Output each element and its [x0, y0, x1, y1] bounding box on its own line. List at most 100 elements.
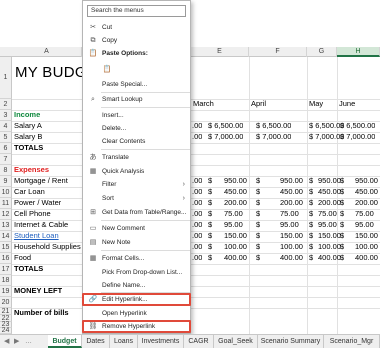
expense-value[interactable]: $ — [309, 220, 313, 229]
expense-value[interactable]: 100.00 — [355, 242, 378, 251]
row-header[interactable]: 18 — [0, 275, 12, 286]
mortgage-label[interactable]: Mortgage / Rent — [14, 176, 68, 185]
expense-value[interactable]: 200.00 — [355, 198, 378, 207]
expense-value[interactable]: .00 — [192, 253, 202, 262]
expense-value[interactable]: $ — [340, 176, 344, 185]
month-header[interactable]: May — [309, 99, 323, 108]
salary-a-value[interactable]: .00 — [192, 121, 202, 130]
sheet-tab-budget[interactable]: Budget — [48, 335, 82, 348]
number-of-bills-label[interactable]: Number of bills — [14, 308, 69, 317]
expense-value[interactable]: .00 — [192, 242, 202, 251]
expense-value[interactable]: 200.00 — [318, 198, 341, 207]
expense-value[interactable]: 400.00 — [318, 253, 341, 262]
sheet-tab-dates[interactable]: Dates — [82, 335, 110, 348]
expense-value[interactable]: 950.00 — [224, 176, 247, 185]
expense-value[interactable]: 75.00 — [224, 209, 243, 218]
expense-value[interactable]: $ — [256, 253, 260, 262]
row-header[interactable]: 4 — [0, 121, 12, 132]
totals-label[interactable]: TOTALS — [14, 264, 43, 273]
expense-value[interactable]: $ — [208, 187, 212, 196]
expense-value[interactable]: $ — [340, 187, 344, 196]
row-header[interactable]: 15 — [0, 242, 12, 253]
more-tabs-icon[interactable]: … — [25, 335, 32, 348]
car-loan-label[interactable]: Car Loan — [14, 187, 45, 196]
menu-item-format-cells[interactable]: ▦ Format Cells... — [83, 252, 190, 265]
expense-value[interactable]: 200.00 — [280, 198, 303, 207]
expense-value[interactable]: $ — [309, 253, 313, 262]
expense-value[interactable]: $ — [208, 253, 212, 262]
expense-value[interactable]: $ — [256, 187, 260, 196]
expense-value[interactable]: 450.00 — [280, 187, 303, 196]
expense-value[interactable]: 150.00 — [224, 231, 247, 240]
column-header-a[interactable]: A — [12, 47, 82, 57]
expense-value[interactable]: 450.00 — [224, 187, 247, 196]
row-header[interactable]: 5 — [0, 132, 12, 143]
menu-item-insert[interactable]: Insert... — [83, 109, 190, 122]
expense-value[interactable]: 95.00 — [318, 220, 337, 229]
expense-value[interactable]: .00 — [192, 209, 202, 218]
expense-value[interactable]: $ — [256, 209, 260, 218]
row-header[interactable]: 17 — [0, 264, 12, 275]
salary-a-value[interactable]: $ 6,500.00 — [340, 121, 375, 130]
expense-value[interactable]: $ — [340, 253, 344, 262]
expense-value[interactable]: 200.00 — [224, 198, 247, 207]
menu-item-delete[interactable]: Delete... — [83, 122, 190, 135]
expenses-label[interactable]: Expenses — [14, 165, 49, 174]
expense-value[interactable]: $ — [256, 198, 260, 207]
expense-value[interactable]: $ — [309, 209, 313, 218]
expense-value[interactable]: 400.00 — [224, 253, 247, 262]
salary-b-value[interactable]: $ 7,000.00 — [208, 132, 243, 141]
menu-item-pick-from-dropdown[interactable]: Pick From Drop-down List... — [83, 266, 190, 279]
menu-item-quick-analysis[interactable]: ▦ Quick Analysis — [83, 165, 190, 178]
expense-value[interactable]: 950.00 — [355, 176, 378, 185]
expense-value[interactable]: 950.00 — [280, 176, 303, 185]
row-header[interactable]: 9 — [0, 176, 12, 187]
expense-value[interactable]: 95.00 — [280, 220, 299, 229]
row-header[interactable]: 6 — [0, 143, 12, 154]
sheet-tab-scenario-mgr[interactable]: Scenario_Mgr — [324, 335, 380, 348]
salary-b-value[interactable]: .00 — [192, 132, 202, 141]
expense-value[interactable]: .00 — [192, 198, 202, 207]
expense-value[interactable]: $ — [309, 231, 313, 240]
sheet-tab-cagr[interactable]: CAGR — [184, 335, 214, 348]
salary-a-label[interactable]: Salary A — [14, 121, 42, 130]
menu-search-input[interactable]: Search the menus — [87, 5, 186, 17]
sheet-title[interactable]: MY BUDG — [15, 64, 87, 81]
expense-value[interactable]: .00 — [192, 220, 202, 229]
menu-item-get-data[interactable]: ⊞ Get Data from Table/Range... — [83, 206, 190, 219]
tab-scroll-right-icon[interactable]: ▶ — [14, 335, 19, 348]
row-header[interactable]: 19 — [0, 286, 12, 297]
totals-label[interactable]: TOTALS — [14, 143, 43, 152]
column-header-f[interactable]: F — [249, 47, 307, 57]
expense-value[interactable]: 400.00 — [280, 253, 303, 262]
expense-value[interactable]: 100.00 — [280, 242, 303, 251]
expense-value[interactable]: .00 — [192, 187, 202, 196]
expense-value[interactable]: $ — [309, 242, 313, 251]
expense-value[interactable]: 150.00 — [355, 231, 378, 240]
expense-value[interactable]: $ — [256, 220, 260, 229]
expense-value[interactable]: $ — [340, 231, 344, 240]
menu-item-filter[interactable]: Filter › — [83, 178, 190, 191]
expense-value[interactable]: .00 — [192, 231, 202, 240]
expense-value[interactable]: 150.00 — [280, 231, 303, 240]
menu-item-clear-contents[interactable]: Clear Contents — [83, 135, 190, 148]
row-header[interactable]: 8 — [0, 165, 12, 176]
menu-item-define-name[interactable]: Define Name... — [83, 279, 190, 292]
menu-item-copy[interactable]: ⧉ Copy — [83, 34, 190, 47]
salary-b-value[interactable]: $ 7,000.00 — [340, 132, 375, 141]
menu-item-smart-lookup[interactable]: ⌕ Smart Lookup — [83, 93, 190, 106]
expense-value[interactable]: 400.00 — [355, 253, 378, 262]
expense-value[interactable]: $ — [256, 231, 260, 240]
tab-scroll-left-icon[interactable]: ◀ — [4, 335, 9, 348]
salary-a-value[interactable]: $ 6,500.00 — [256, 121, 291, 130]
expense-value[interactable]: $ — [208, 231, 212, 240]
expense-value[interactable]: 95.00 — [355, 220, 374, 229]
expense-value[interactable]: $ — [340, 242, 344, 251]
column-header-e[interactable]: E — [191, 47, 249, 57]
income-label[interactable]: Income — [14, 110, 40, 119]
expense-value[interactable]: 100.00 — [224, 242, 247, 251]
expense-value[interactable]: $ — [340, 220, 344, 229]
row-header[interactable]: 3 — [0, 110, 12, 121]
sheet-tab-scenario-summary[interactable]: Scenario Summary — [258, 335, 324, 348]
expense-value[interactable]: $ — [256, 242, 260, 251]
